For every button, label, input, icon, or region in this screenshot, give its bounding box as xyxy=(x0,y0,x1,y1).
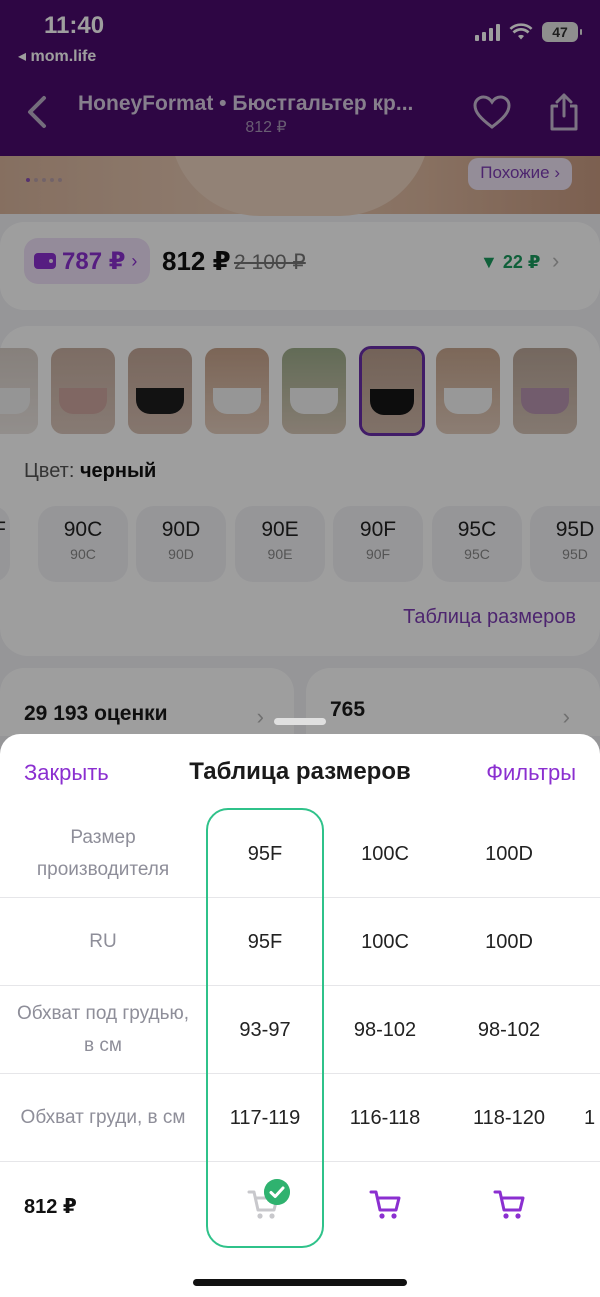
row-label: Размер производителя xyxy=(36,827,170,880)
table-cell[interactable]: 100C xyxy=(326,810,444,898)
home-indicator[interactable] xyxy=(193,1279,407,1286)
table-cell[interactable]: 116-118 xyxy=(326,1074,444,1162)
table-cell[interactable]: 100C xyxy=(326,898,444,986)
add-to-cart-icon[interactable] xyxy=(492,1186,528,1222)
selected-size-column[interactable] xyxy=(206,808,324,1248)
price-label: 812 ₽ xyxy=(24,1195,77,1218)
check-icon xyxy=(264,1179,290,1205)
table-cell[interactable]: 98-102 xyxy=(450,986,568,1074)
table-cell[interactable]: 98-102 xyxy=(326,986,444,1074)
table-cell[interactable]: 100D xyxy=(450,810,568,898)
table-cell[interactable]: 1 xyxy=(584,1074,600,1162)
table-cell[interactable]: 100D xyxy=(450,898,568,986)
filters-button[interactable]: Фильтры xyxy=(486,760,576,786)
row-label: RU xyxy=(89,931,117,952)
row-label: Обхват груди, в см xyxy=(20,1107,186,1128)
table-cell[interactable]: 118-120 xyxy=(450,1074,568,1162)
sheet-grabber[interactable] xyxy=(274,718,326,725)
add-to-cart-icon[interactable] xyxy=(368,1186,404,1222)
row-label: Обхват под грудью, в см xyxy=(16,1003,189,1056)
